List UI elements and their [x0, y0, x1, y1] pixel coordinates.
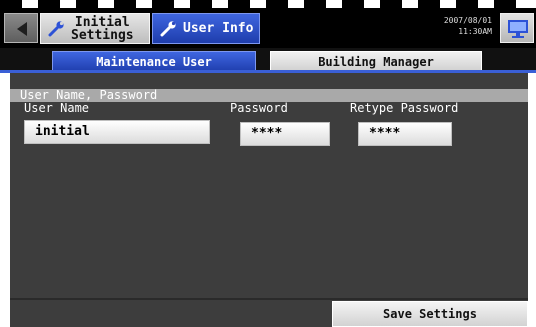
tab-building-manager[interactable]: Building Manager [270, 51, 482, 72]
monitor-button[interactable] [500, 13, 534, 43]
tab-bar: Maintenance User Building Manager [0, 48, 536, 72]
title-bar: Initial Settings User Info 2007/08/01 11… [0, 8, 536, 48]
wrench-icon [48, 21, 64, 37]
screen: Initial Settings User Info 2007/08/01 11… [0, 0, 536, 327]
retype-password-input[interactable]: **** [358, 122, 452, 146]
password-label: Password [230, 101, 288, 115]
top-dash-border [0, 0, 536, 8]
datetime-display: 2007/08/01 11:30AM [444, 15, 492, 37]
back-arrow-icon [17, 22, 27, 36]
save-settings-button[interactable]: Save Settings [332, 301, 528, 327]
wrench-icon [160, 21, 176, 37]
breadcrumb-user-label: User Info [183, 21, 254, 36]
password-input[interactable]: **** [240, 122, 330, 146]
breadcrumb-initial-label: Initial Settings [71, 15, 134, 43]
breadcrumb-initial-settings[interactable]: Initial Settings [40, 13, 150, 44]
breadcrumb-user-info[interactable]: User Info [152, 13, 260, 44]
footer-separator [10, 298, 528, 300]
back-button[interactable] [4, 13, 38, 43]
monitor-icon [508, 20, 528, 38]
date-text: 2007/08/01 [443, 16, 492, 25]
username-input[interactable]: initial [24, 120, 210, 144]
username-label: User Name [24, 101, 90, 115]
settings-panel: User Name, Password User Name initial Pa… [10, 73, 528, 298]
footer-bar: Save Settings [10, 298, 528, 327]
time-text: 11:30AM [458, 27, 492, 36]
tab-maintenance-user[interactable]: Maintenance User [52, 51, 256, 72]
retype-password-label: Retype Password [350, 101, 459, 115]
